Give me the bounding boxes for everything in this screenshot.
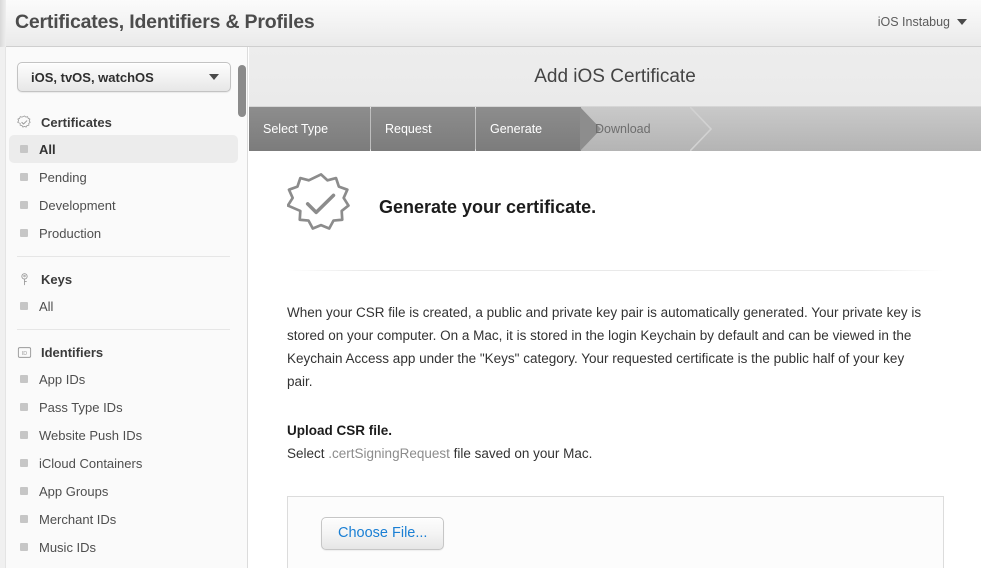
sidebar-section-identifiers: ID Identifiers (0, 339, 247, 365)
page-title: Certificates, Identifiers & Profiles (15, 11, 315, 33)
sidebar-item-label: Development (39, 197, 116, 213)
upload-sub-prefix: Select (287, 446, 329, 461)
platform-select[interactable]: iOS, tvOS, watchOS (17, 62, 231, 92)
sidebar-item-pass-type-ids[interactable]: Pass Type IDs (9, 393, 238, 421)
step-label: Download (595, 122, 651, 136)
file-upload-panel: Choose File... (287, 496, 944, 568)
step-label: Generate (490, 122, 543, 136)
upload-section-subtitle: Select .certSigningRequest file saved on… (287, 446, 592, 461)
svg-text:ID: ID (22, 350, 27, 356)
platform-select-value: iOS, tvOS, watchOS (31, 69, 154, 85)
sidebar-item-label: All (39, 141, 56, 157)
sidebar-item-label: App Groups (39, 483, 109, 499)
sidebar-item-label: Music IDs (39, 539, 97, 555)
generate-heading: Generate your certificate. (379, 197, 597, 217)
sidebar: iOS, tvOS, watchOS Certificates All Pend… (0, 47, 248, 568)
info-paragraph: When your CSR file is created, a public … (287, 305, 922, 389)
sidebar-item-certificates-production[interactable]: Production (9, 219, 238, 247)
generate-heading-group: Generate your certificate. (286, 171, 597, 244)
sidebar-section-label: Identifiers (41, 344, 104, 360)
content-area: Generate your certificate. When your CSR… (249, 151, 981, 568)
id-badge-icon: ID (17, 345, 32, 360)
top-header-bar: Certificates, Identifiers & Profiles iOS… (0, 0, 981, 47)
sidebar-item-website-push-ids[interactable]: Website Push IDs (9, 421, 238, 449)
sidebar-item-label: Pending (39, 169, 87, 185)
chevron-down-icon (957, 19, 967, 25)
bullet-icon (20, 431, 28, 439)
step-select-type[interactable]: Select Type (249, 107, 392, 151)
sidebar-divider (17, 256, 230, 257)
sidebar-item-certificates-development[interactable]: Development (9, 191, 238, 219)
sidebar-section-label: Certificates (41, 114, 112, 130)
bullet-icon (20, 515, 28, 523)
choose-file-button[interactable]: Choose File... (321, 517, 445, 550)
upload-sub-suffix: file saved on your Mac. (449, 446, 593, 461)
certificate-badge-icon (17, 115, 32, 130)
step-chevron-icon (690, 107, 712, 151)
sidebar-item-app-groups[interactable]: App Groups (9, 477, 238, 505)
main-title-bar: Add iOS Certificate (249, 47, 981, 107)
main-panel: Add iOS Certificate Select Type Request … (249, 47, 981, 568)
sidebar-section-certificates: Certificates (0, 109, 247, 135)
sidebar-item-label: Website Push IDs (39, 427, 143, 443)
step-label: Select Type (263, 122, 329, 136)
sidebar-item-label: Production (39, 225, 102, 241)
bullet-icon (20, 302, 28, 310)
step-breadcrumb: Select Type Request Generate Download (249, 107, 981, 151)
sidebar-section-label: Keys (41, 271, 73, 287)
bullet-icon (20, 543, 28, 551)
sidebar-item-certificates-all[interactable]: All (9, 135, 238, 163)
page-root: Certificates, Identifiers & Profiles iOS… (0, 0, 981, 568)
sidebar-item-label: Pass Type IDs (39, 399, 123, 415)
step-generate[interactable]: Generate (476, 107, 601, 151)
sidebar-divider (17, 329, 230, 330)
upload-sub-filetype: .certSigningRequest (328, 446, 450, 461)
bullet-icon (20, 145, 28, 153)
bullet-icon (20, 459, 28, 467)
bullet-icon (20, 229, 28, 237)
upload-section-title: Upload CSR file. (287, 423, 393, 438)
main-title: Add iOS Certificate (534, 65, 696, 87)
sidebar-section-keys: Keys (0, 266, 247, 292)
sidebar-item-app-ids[interactable]: App IDs (9, 365, 238, 393)
sidebar-item-label: App IDs (39, 371, 86, 387)
key-icon (17, 272, 32, 287)
step-download[interactable]: Download (581, 107, 712, 151)
bullet-icon (20, 403, 28, 411)
account-menu[interactable]: iOS Instabug (878, 15, 967, 29)
step-request[interactable]: Request (371, 107, 497, 151)
sidebar-item-keys-all[interactable]: All (9, 292, 238, 320)
sidebar-item-icloud-containers[interactable]: iCloud Containers (9, 449, 238, 477)
sidebar-item-label: iCloud Containers (39, 455, 143, 471)
account-name: iOS Instabug (877, 15, 950, 29)
sidebar-item-label: Merchant IDs (39, 511, 117, 527)
sidebar-nav: Certificates All Pending Development Pro… (0, 109, 247, 561)
chevron-down-icon (209, 74, 219, 80)
sidebar-item-label: All (39, 298, 54, 314)
step-label: Request (385, 122, 432, 136)
sidebar-item-certificates-pending[interactable]: Pending (9, 163, 238, 191)
bullet-icon (20, 173, 28, 181)
certificate-badge-icon (286, 171, 355, 244)
sidebar-item-merchant-ids[interactable]: Merchant IDs (9, 505, 238, 533)
content-divider (287, 270, 943, 271)
bullet-icon (20, 375, 28, 383)
bullet-icon (20, 201, 28, 209)
bullet-icon (20, 487, 28, 495)
sidebar-item-music-ids[interactable]: Music IDs (9, 533, 238, 561)
